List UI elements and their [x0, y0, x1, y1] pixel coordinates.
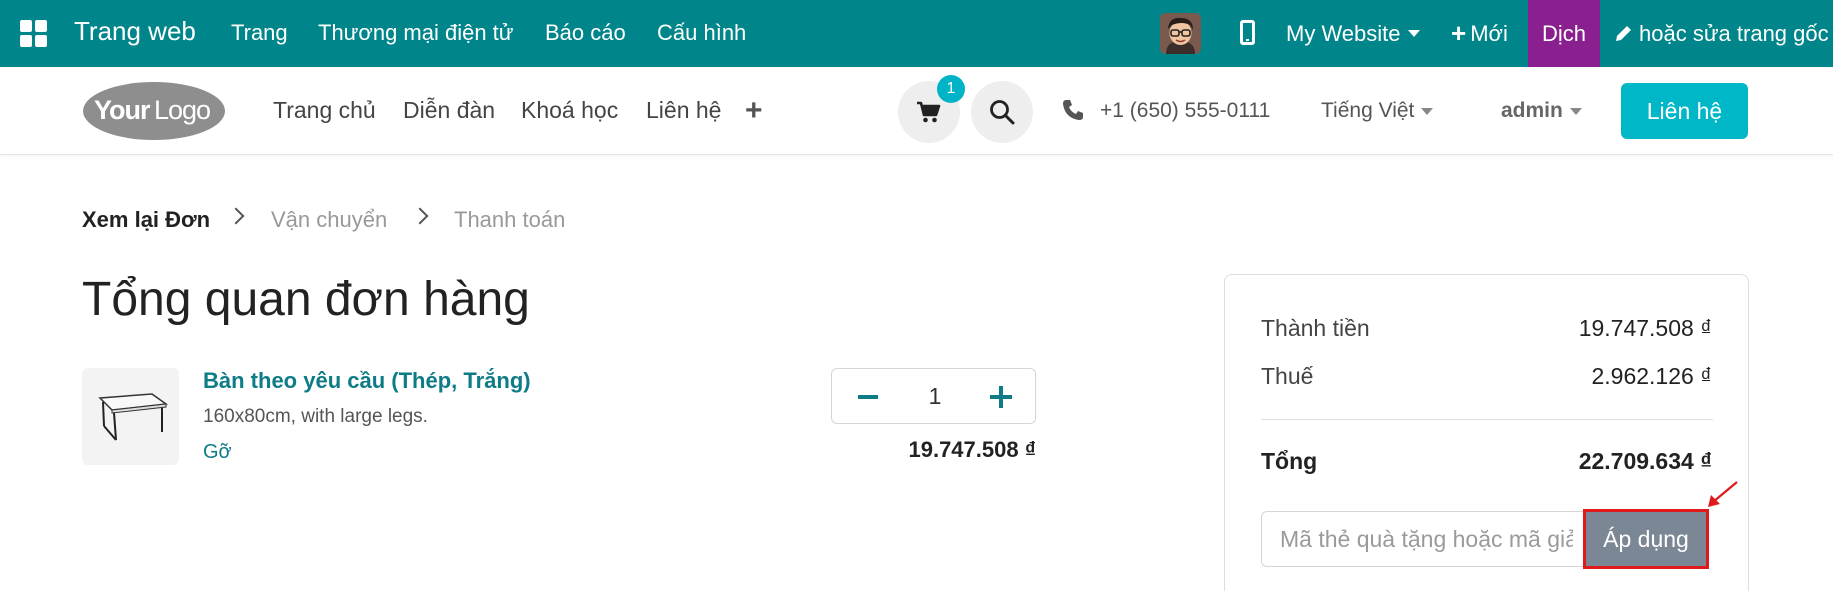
- total-value: 22.709.634 ₫: [1578, 448, 1712, 474]
- app-brand[interactable]: Trang web: [74, 16, 196, 47]
- product-description: 160x80cm, with large legs.: [203, 406, 428, 427]
- mobile-preview-icon[interactable]: [1240, 20, 1255, 45]
- step-payment: Thanh toán: [454, 207, 566, 232]
- apply-coupon-button[interactable]: Áp dụng: [1583, 509, 1709, 569]
- summary-divider: [1261, 419, 1713, 420]
- remove-product-link[interactable]: Gỡ: [203, 441, 232, 464]
- nav-courses[interactable]: Khoá học: [521, 97, 618, 124]
- admin-topbar: Trang web Trang Thương mại điện tử Báo c…: [0, 0, 1833, 67]
- edit-master-label: hoặc sửa trang gốc: [1639, 20, 1829, 46]
- nav-contact[interactable]: Liên hệ: [646, 97, 721, 124]
- apps-grid-icon[interactable]: [20, 20, 47, 47]
- svg-text:Your: Your: [94, 95, 151, 125]
- product-name-link[interactable]: Bàn theo yêu cầu (Thép, Trắng): [203, 368, 531, 394]
- add-menu-item-icon[interactable]: +: [745, 94, 763, 128]
- search-icon: [990, 100, 1015, 125]
- subtotal-label: Thành tiền: [1261, 315, 1370, 341]
- menu-pages[interactable]: Trang: [231, 20, 288, 46]
- new-button-label: Mới: [1470, 20, 1508, 46]
- language-label: Tiếng Việt: [1321, 99, 1415, 122]
- chevron-right-icon: [411, 207, 429, 225]
- tax-label: Thuế: [1261, 363, 1314, 389]
- pencil-icon: [1616, 26, 1631, 41]
- minus-icon[interactable]: [858, 395, 878, 399]
- language-selector[interactable]: Tiếng Việt: [1321, 99, 1434, 123]
- contact-us-button[interactable]: Liên hệ: [1621, 83, 1748, 139]
- website-header: Your Logo Trang chủ Diễn đàn Khoá học Li…: [0, 67, 1833, 155]
- order-summary-card: Thành tiền 19.747.508 ₫ Thuế 2.962.126 ₫…: [1224, 274, 1749, 591]
- edit-master-button[interactable]: hoặc sửa trang gốc: [1614, 0, 1829, 67]
- translate-button[interactable]: Dịch: [1528, 0, 1600, 67]
- step-review-order[interactable]: Xem lại Đơn: [82, 207, 210, 233]
- user-name: admin: [1501, 99, 1563, 122]
- user-avatar[interactable]: [1160, 13, 1201, 54]
- nav-home[interactable]: Trang chủ: [273, 97, 376, 124]
- annotation-arrow-icon: [1708, 481, 1738, 507]
- chevron-right-icon: [227, 207, 245, 225]
- plus-icon[interactable]: [990, 386, 1012, 408]
- caret-down-icon: [1407, 30, 1420, 37]
- page-title: Tổng quan đơn hàng: [82, 273, 530, 326]
- menu-reports[interactable]: Báo cáo: [545, 20, 626, 46]
- header-phone[interactable]: +1 (650) 555-0111: [1100, 99, 1270, 123]
- nav-forum[interactable]: Diễn đàn: [403, 97, 495, 124]
- coupon-code-input[interactable]: [1261, 511, 1591, 567]
- caret-down-icon: [1421, 107, 1434, 115]
- svg-text:Logo: Logo: [154, 95, 210, 125]
- tax-value: 2.962.126 ₫: [1591, 363, 1712, 389]
- total-label: Tổng: [1261, 448, 1318, 474]
- subtotal-value: 19.747.508 ₫: [1578, 315, 1712, 341]
- user-menu[interactable]: admin: [1501, 99, 1582, 123]
- website-switcher-label: My Website: [1286, 20, 1401, 46]
- quantity-stepper: 1: [831, 368, 1036, 424]
- site-logo[interactable]: Your Logo: [82, 81, 226, 141]
- cart-icon: [917, 101, 941, 123]
- phone-icon: [1063, 100, 1083, 120]
- search-button[interactable]: [971, 81, 1033, 143]
- line-price: 19.747.508 ₫: [908, 437, 1036, 462]
- product-thumbnail[interactable]: [82, 368, 179, 465]
- new-button[interactable]: + Mới: [1451, 0, 1508, 67]
- caret-down-icon: [1569, 107, 1582, 115]
- menu-configuration[interactable]: Cấu hình: [657, 20, 746, 46]
- plus-icon: +: [1451, 18, 1467, 48]
- menu-ecommerce[interactable]: Thương mại điện tử: [318, 20, 514, 46]
- step-shipping: Vận chuyển: [271, 207, 388, 232]
- cart-count-badge: 1: [937, 75, 965, 103]
- quantity-input[interactable]: 1: [912, 383, 958, 410]
- website-switcher[interactable]: My Website: [1286, 0, 1420, 67]
